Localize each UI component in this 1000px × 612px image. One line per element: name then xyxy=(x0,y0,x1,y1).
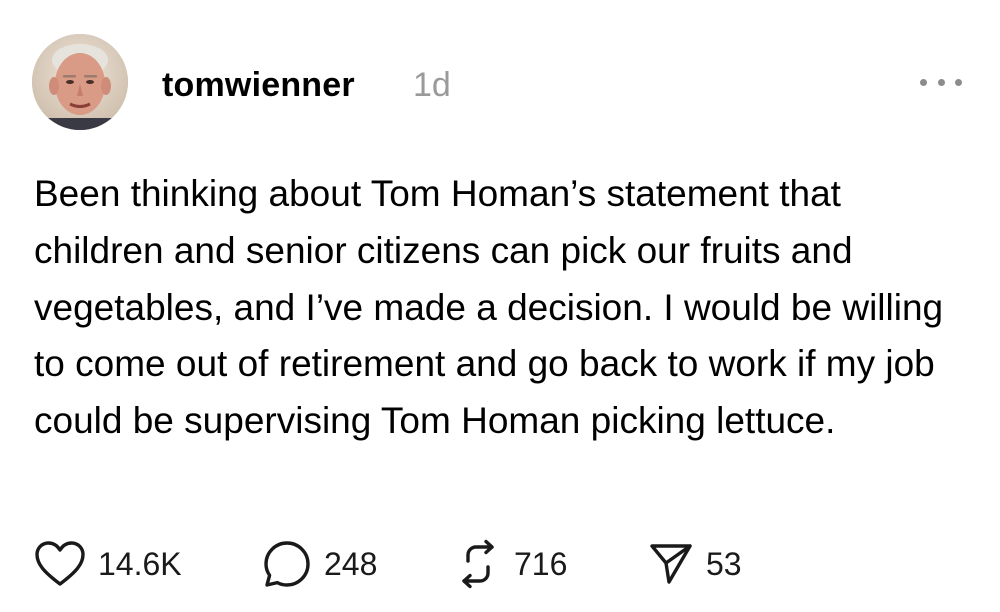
more-options-button[interactable] xyxy=(920,74,962,90)
repost-button[interactable]: 716 xyxy=(454,536,567,592)
reply-count: 248 xyxy=(324,545,378,582)
more-horizontal-icon-dot xyxy=(955,78,962,86)
send-icon xyxy=(650,544,692,584)
reply-button[interactable]: 248 xyxy=(262,536,377,592)
more-horizontal-icon xyxy=(920,78,927,86)
repost-count: 716 xyxy=(514,545,568,582)
more-horizontal-icon-dot xyxy=(937,78,945,86)
like-button[interactable]: 14.6K xyxy=(34,536,182,592)
thread-post: tomwienner 1d Been thinking about Tom Ho… xyxy=(0,0,1000,612)
username[interactable]: tomwienner xyxy=(162,66,355,105)
heart-icon xyxy=(35,541,85,586)
share-button[interactable]: 53 xyxy=(648,536,742,592)
post-actions-bar: 14.6K 248 716 53 xyxy=(34,536,964,592)
post-header: tomwienner 1d xyxy=(32,32,972,132)
share-count: 53 xyxy=(706,545,742,582)
like-count: 14.6K xyxy=(98,545,182,582)
avatar[interactable] xyxy=(32,34,128,130)
post-body-text: Been thinking about Tom Homan’s statemen… xyxy=(34,173,944,442)
post-timestamp: 1d xyxy=(413,66,451,104)
comment-icon xyxy=(264,541,310,587)
repost-icon xyxy=(462,539,494,589)
avatar-photo xyxy=(32,34,128,130)
